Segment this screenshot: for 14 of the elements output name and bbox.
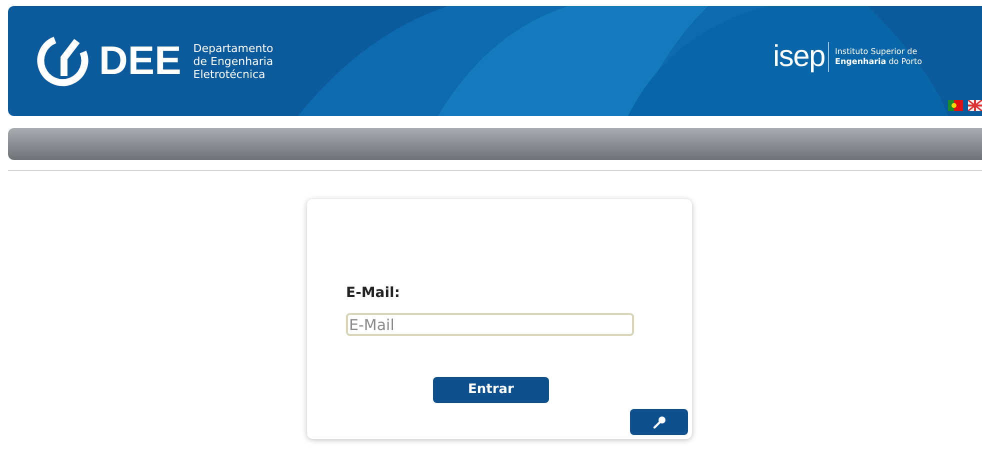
uk-flag-icon[interactable] [968,100,982,111]
department-name: Eletrotécnica [193,68,266,80]
key-button[interactable] [630,409,688,435]
email-field[interactable]: E-Mail [346,313,634,336]
key-icon [652,416,666,428]
isep-logo-text: isep [772,42,829,72]
department-name: de Engenharia [193,54,274,68]
institute-name: Instituto Superior de [835,47,918,57]
logo-text: DEE [99,41,182,81]
login-button[interactable]: Entrar [433,377,549,403]
portugal-flag-icon[interactable] [948,100,963,111]
department-name: Departamento [193,42,274,54]
email-label: E-Mail: [346,284,401,303]
institute-name: Engenharia do Porto [835,57,922,67]
